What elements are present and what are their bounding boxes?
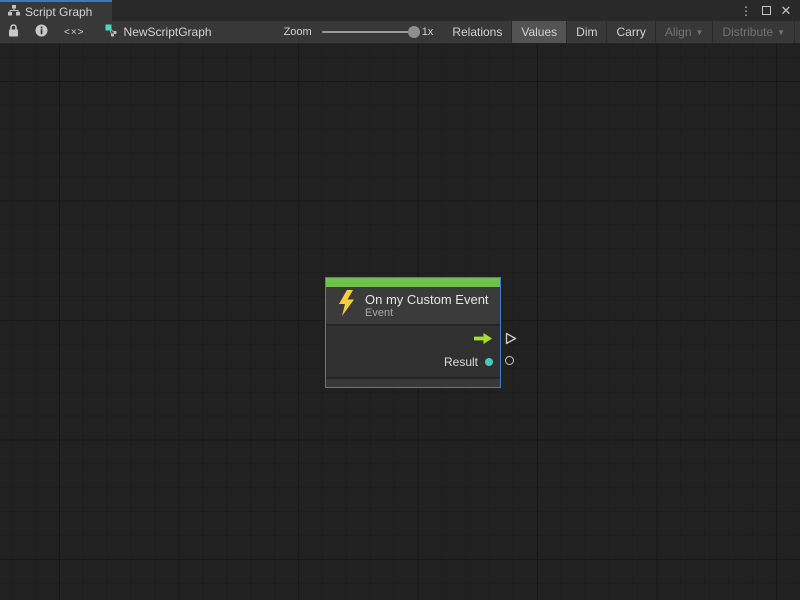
script-graph-window: Script Graph ⋮ ✕ — [0, 0, 800, 600]
overview-button[interactable]: Overview — [795, 21, 800, 43]
chevron-down-icon: ▼ — [777, 28, 785, 37]
result-value-port[interactable] — [485, 358, 493, 366]
node-subtitle: Event — [365, 307, 489, 320]
external-value-port-icon[interactable] — [505, 356, 514, 365]
script-graph-asset-icon — [105, 24, 118, 40]
graph-breadcrumb[interactable]: NewScriptGraph — [93, 21, 222, 43]
carry-button[interactable]: Carry — [607, 21, 654, 43]
lock-button[interactable] — [0, 21, 27, 43]
graph-hierarchy-icon — [8, 3, 20, 21]
node-titles: On my Custom Event Event — [365, 292, 489, 320]
maximize-icon[interactable] — [758, 3, 774, 19]
info-button[interactable] — [27, 21, 56, 43]
tab-bar: Script Graph ⋮ ✕ — [0, 0, 800, 21]
toolbar-toggles: Relations Values Dim Carry Align ▼ Distr… — [443, 21, 800, 43]
distribute-dropdown[interactable]: Distribute ▼ — [713, 21, 794, 43]
tab-title: Script Graph — [25, 5, 92, 19]
node-title: On my Custom Event — [365, 292, 489, 307]
zoom-control: Zoom 1x — [284, 21, 444, 43]
event-color-bar — [326, 278, 500, 287]
relations-button[interactable]: Relations — [443, 21, 511, 43]
control-flow-arrow-icon[interactable] — [474, 331, 493, 349]
node-on-my-custom-event[interactable]: On my Custom Event Event Result — [325, 277, 501, 388]
external-control-port-icon[interactable] — [505, 332, 517, 350]
zoom-slider[interactable] — [322, 31, 414, 33]
code-view-button[interactable]: <×> — [56, 21, 93, 43]
window-menu-icon[interactable]: ⋮ — [738, 3, 754, 19]
result-port-label: Result — [444, 355, 478, 369]
close-icon[interactable]: ✕ — [778, 3, 794, 19]
dim-button[interactable]: Dim — [567, 21, 606, 43]
node-body: Result — [326, 326, 500, 377]
zoom-slider-handle[interactable] — [408, 26, 420, 38]
tab-script-graph[interactable]: Script Graph — [0, 0, 112, 21]
window-controls: ⋮ ✕ — [738, 0, 800, 21]
graph-toolbar: <×> NewScriptGraph Zoom 1x Relatio — [0, 21, 800, 44]
node-header[interactable]: On my Custom Event Event — [326, 287, 500, 324]
node-footer — [326, 379, 500, 387]
event-bolt-icon — [337, 290, 356, 321]
code-icon: <×> — [64, 27, 85, 38]
graph-canvas[interactable]: On my Custom Event Event Result — [0, 44, 800, 600]
align-dropdown[interactable]: Align ▼ — [656, 21, 713, 43]
info-icon — [35, 24, 48, 40]
value-output-row: Result — [326, 351, 500, 373]
zoom-value: 1x — [422, 26, 434, 38]
tabbar-spacer — [112, 0, 738, 21]
zoom-label: Zoom — [284, 26, 312, 38]
values-button[interactable]: Values — [512, 21, 566, 43]
control-output-row — [326, 329, 500, 351]
chevron-down-icon: ▼ — [696, 28, 704, 37]
lock-icon — [8, 24, 19, 40]
graph-name: NewScriptGraph — [124, 25, 212, 39]
